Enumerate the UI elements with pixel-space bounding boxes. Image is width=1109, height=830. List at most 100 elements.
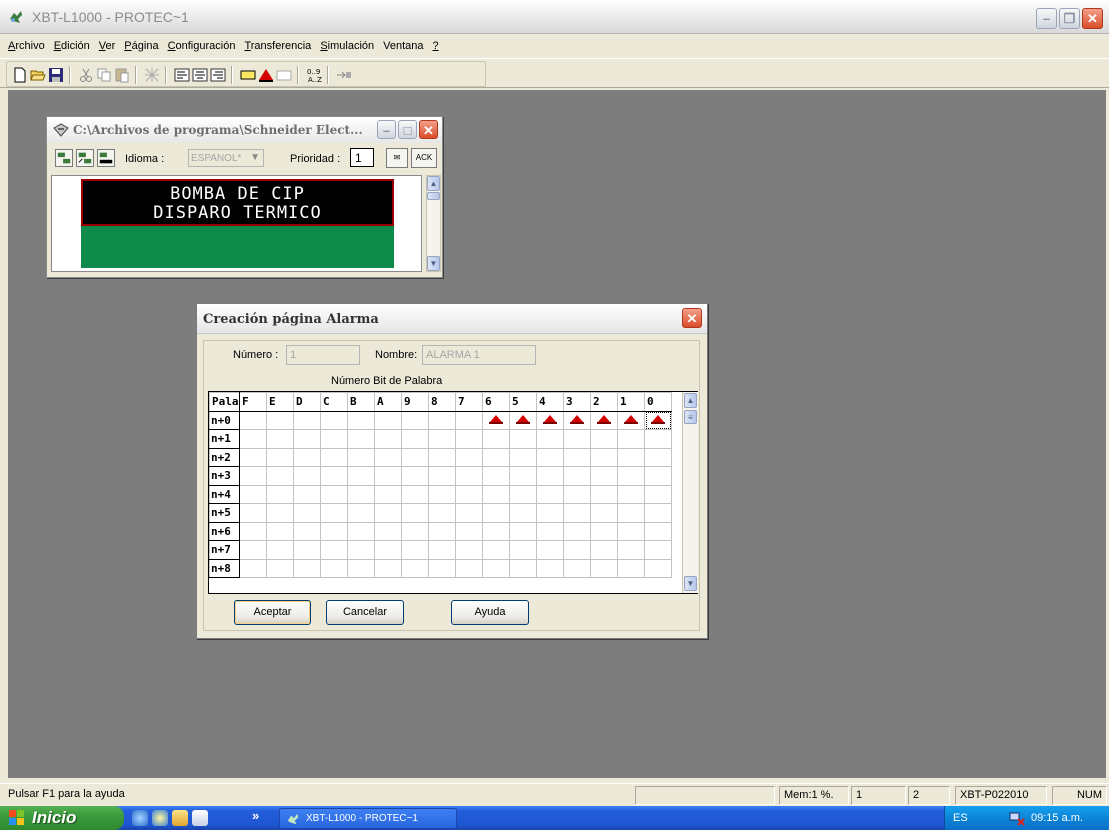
preview-minimize-button[interactable]: – bbox=[377, 120, 396, 139]
bit-cell[interactable] bbox=[536, 503, 564, 523]
bit-cell[interactable] bbox=[374, 558, 402, 578]
scroll-down-icon[interactable]: ▼ bbox=[427, 256, 440, 271]
copy-icon[interactable] bbox=[95, 66, 113, 84]
bit-cell[interactable] bbox=[644, 503, 672, 523]
page-mode-2-icon[interactable] bbox=[76, 149, 94, 167]
folder-icon[interactable] bbox=[172, 810, 188, 826]
ayuda-button[interactable]: Ayuda bbox=[451, 600, 529, 625]
bit-cell[interactable] bbox=[617, 429, 645, 449]
bit-cell[interactable] bbox=[590, 447, 618, 467]
browser-icon[interactable] bbox=[132, 810, 148, 826]
cancelar-button[interactable]: Cancelar bbox=[326, 600, 404, 625]
bit-cell[interactable] bbox=[509, 447, 537, 467]
dialog-close-button[interactable]: ✕ bbox=[682, 308, 702, 328]
bit-cell[interactable] bbox=[347, 429, 375, 449]
bit-cell[interactable] bbox=[455, 540, 483, 560]
start-button[interactable]: Inicio bbox=[0, 806, 124, 830]
bit-cell[interactable] bbox=[482, 503, 510, 523]
bit-cell[interactable] bbox=[590, 466, 618, 486]
align-center-icon[interactable] bbox=[191, 66, 209, 84]
save-icon[interactable] bbox=[47, 66, 65, 84]
preview-window[interactable]: C:\Archivos de programa\Schneider Elect.… bbox=[46, 116, 443, 278]
bit-cell[interactable] bbox=[401, 540, 429, 560]
align-right-icon[interactable] bbox=[209, 66, 227, 84]
bit-cell[interactable] bbox=[509, 558, 537, 578]
restore-button[interactable]: ❐ bbox=[1059, 8, 1080, 29]
menu-archivo[interactable]: Archivo bbox=[8, 40, 45, 52]
preview-close-button[interactable]: ✕ bbox=[419, 120, 438, 139]
bit-cell[interactable] bbox=[347, 447, 375, 467]
bit-cell[interactable] bbox=[482, 521, 510, 541]
bit-cell[interactable] bbox=[563, 503, 591, 523]
bit-cell[interactable] bbox=[401, 484, 429, 504]
menu-ventana[interactable]: Ventana bbox=[383, 40, 423, 52]
bit-cell[interactable] bbox=[374, 410, 402, 430]
bit-cell[interactable] bbox=[293, 447, 321, 467]
bit-cell[interactable] bbox=[239, 466, 267, 486]
bit-cell[interactable] bbox=[644, 447, 672, 467]
bit-cell[interactable] bbox=[428, 503, 456, 523]
bit-cell[interactable] bbox=[347, 540, 375, 560]
preview-scrollbar[interactable]: ▲ ▼ bbox=[426, 175, 441, 272]
bit-cell[interactable] bbox=[482, 540, 510, 560]
bit-cell[interactable] bbox=[590, 540, 618, 560]
sort-az-icon[interactable]: 0..9A..Z bbox=[305, 66, 323, 84]
bit-cell[interactable] bbox=[266, 540, 294, 560]
bit-cell[interactable] bbox=[266, 503, 294, 523]
preview-maximize-button[interactable]: □ bbox=[398, 120, 417, 139]
bit-cell[interactable] bbox=[536, 540, 564, 560]
menu-help[interactable]: ? bbox=[433, 40, 439, 52]
bit-cell[interactable] bbox=[293, 410, 321, 430]
bit-cell[interactable] bbox=[455, 558, 483, 578]
bit-cell[interactable] bbox=[590, 558, 618, 578]
bit-cell[interactable] bbox=[482, 447, 510, 467]
menu-transferencia[interactable]: Transferencia bbox=[244, 40, 311, 52]
bit-cell[interactable] bbox=[644, 429, 672, 449]
bit-cell[interactable] bbox=[617, 558, 645, 578]
pencil-icon[interactable] bbox=[192, 810, 208, 826]
bit-cell[interactable] bbox=[563, 447, 591, 467]
bit-cell[interactable] bbox=[293, 558, 321, 578]
bit-cell[interactable] bbox=[428, 484, 456, 504]
bit-cell[interactable] bbox=[401, 521, 429, 541]
app-title-bar[interactable]: XBT-L1000 - PROTEC~1 – ❐ ✕ bbox=[0, 0, 1109, 34]
bit-cell[interactable] bbox=[536, 521, 564, 541]
bit-cell[interactable] bbox=[347, 484, 375, 504]
bit-cell[interactable] bbox=[455, 503, 483, 523]
bit-cell[interactable] bbox=[401, 503, 429, 523]
bit-cell[interactable] bbox=[266, 484, 294, 504]
bit-cell[interactable] bbox=[347, 466, 375, 486]
bit-cell[interactable] bbox=[617, 447, 645, 467]
taskbar-app-button[interactable]: XBT-L1000 - PROTEC~1 bbox=[279, 808, 457, 829]
bit-cell[interactable] bbox=[590, 429, 618, 449]
more-icon[interactable]: » bbox=[252, 808, 259, 823]
bit-cell[interactable] bbox=[428, 429, 456, 449]
bit-cell[interactable] bbox=[590, 503, 618, 523]
bit-cell-alarm[interactable] bbox=[590, 410, 618, 430]
bit-cell[interactable] bbox=[239, 540, 267, 560]
bit-cell[interactable] bbox=[455, 521, 483, 541]
bit-cell[interactable] bbox=[266, 447, 294, 467]
bit-cell[interactable] bbox=[455, 410, 483, 430]
bit-cell[interactable] bbox=[644, 484, 672, 504]
dialog-title-bar[interactable]: Creación página Alarma ✕ bbox=[197, 304, 707, 334]
bit-cell-alarm-selected[interactable] bbox=[644, 410, 672, 430]
alarm-page-dialog[interactable]: Creación página Alarma ✕ Número : 1 Nomb… bbox=[196, 303, 708, 639]
language-indicator[interactable]: ES bbox=[953, 812, 968, 824]
idioma-select[interactable]: ESPANOL* ▼ bbox=[188, 149, 264, 167]
menu-edicion[interactable]: Edición bbox=[54, 40, 90, 52]
menu-simulacion[interactable]: Simulación bbox=[320, 40, 374, 52]
bit-cell[interactable] bbox=[536, 484, 564, 504]
cut-icon[interactable] bbox=[77, 66, 95, 84]
bit-cell[interactable] bbox=[320, 410, 348, 430]
bit-cell[interactable] bbox=[644, 540, 672, 560]
bit-cell[interactable] bbox=[374, 429, 402, 449]
bit-cell[interactable] bbox=[374, 447, 402, 467]
bit-cell[interactable] bbox=[509, 466, 537, 486]
grid-scrollbar[interactable]: ▲ ≡ ▼ bbox=[682, 392, 698, 593]
bit-cell[interactable] bbox=[482, 429, 510, 449]
bit-cell[interactable] bbox=[266, 429, 294, 449]
bit-cell[interactable] bbox=[644, 521, 672, 541]
bit-cell[interactable] bbox=[509, 521, 537, 541]
bit-cell[interactable] bbox=[617, 521, 645, 541]
